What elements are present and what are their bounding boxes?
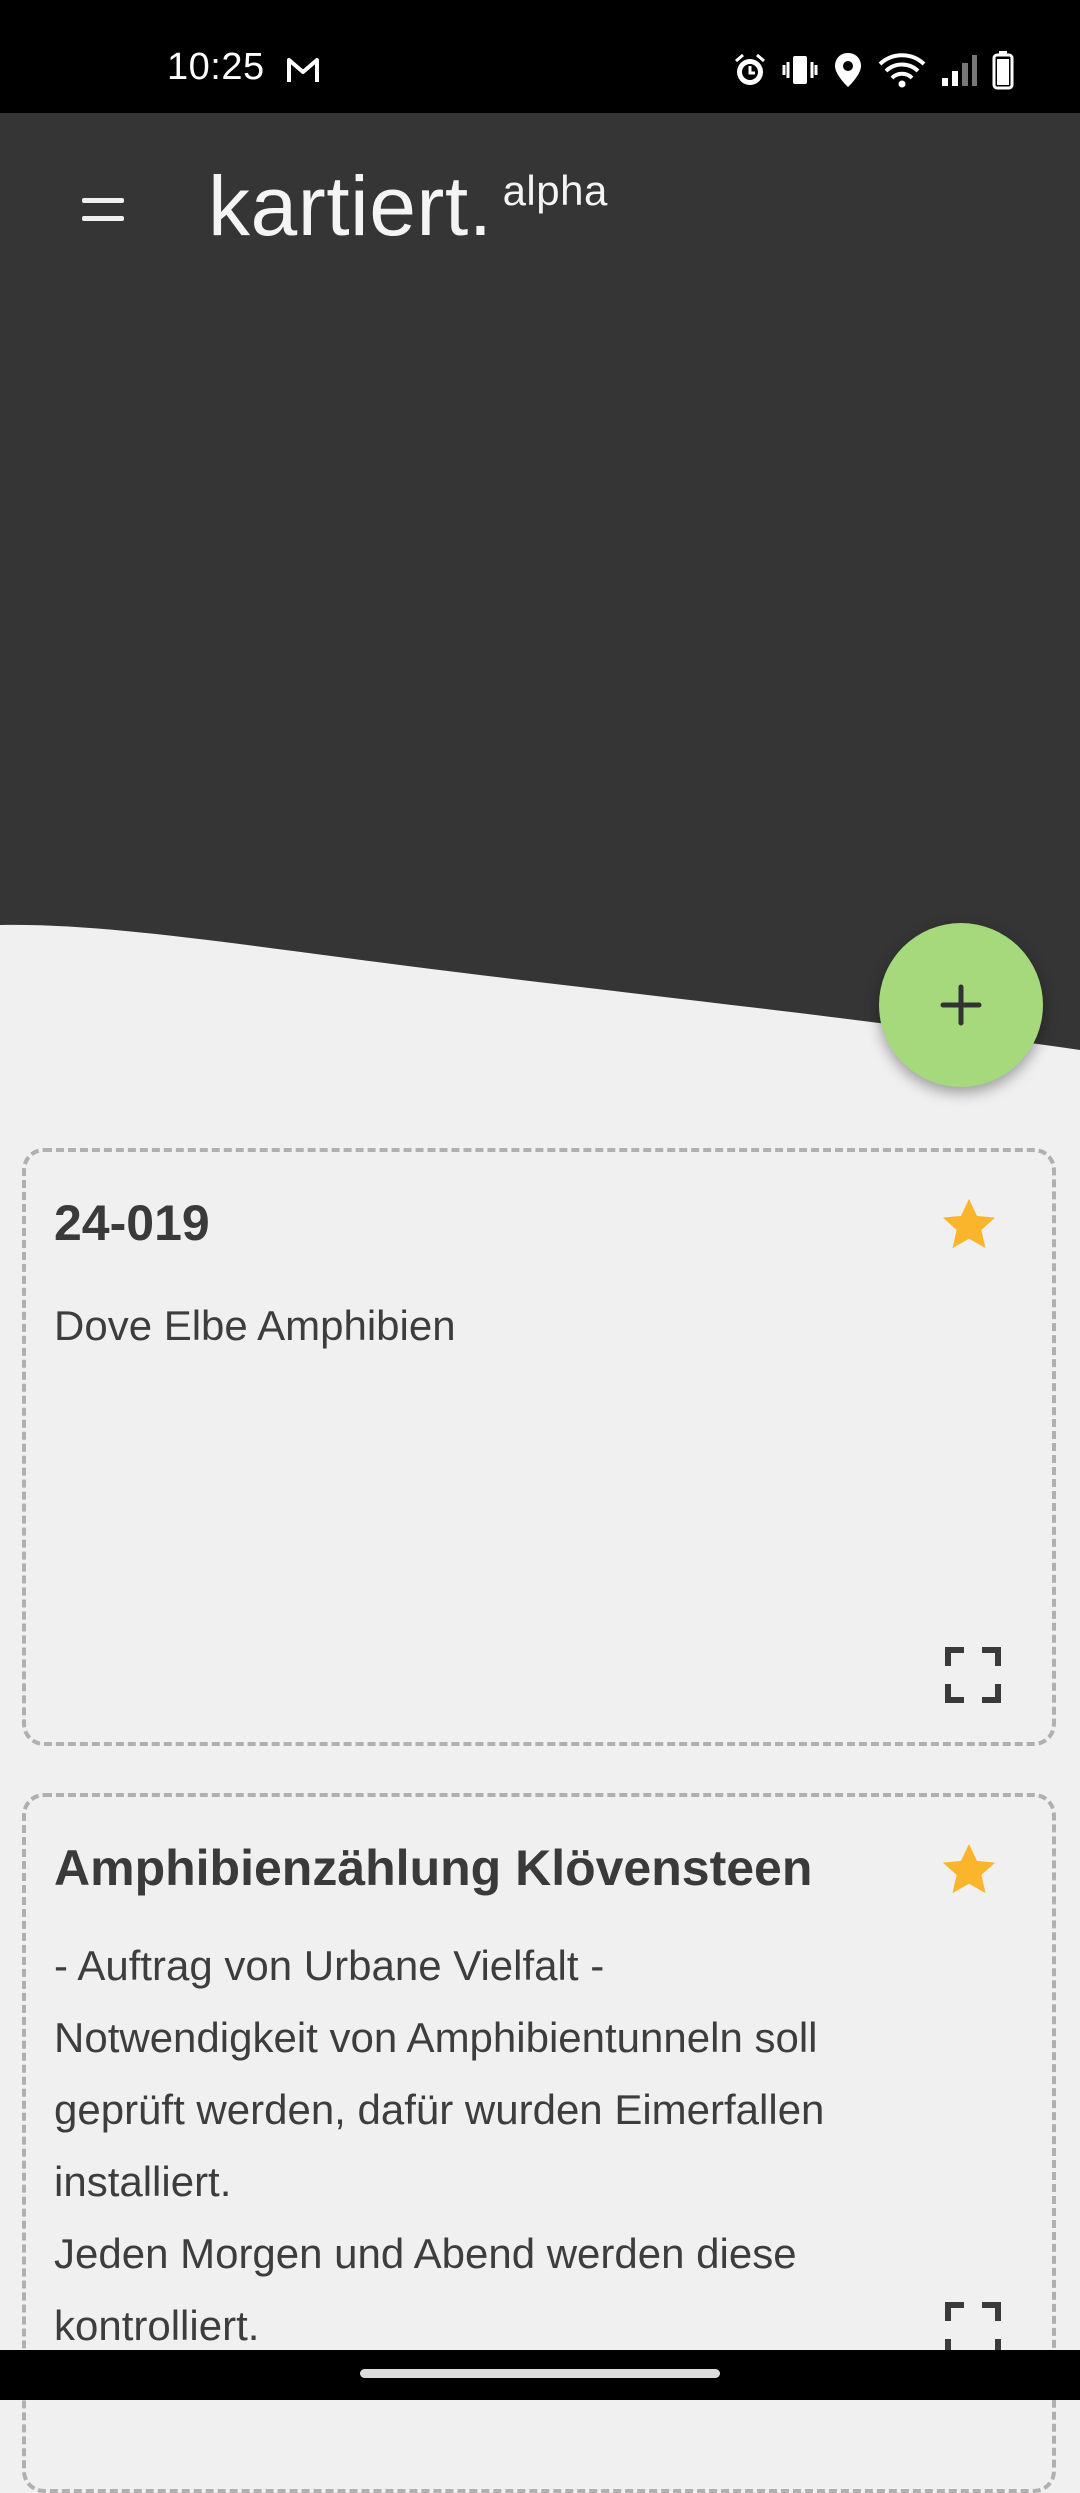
star-icon [942, 1843, 996, 1894]
project-description: Dove Elbe Amphibien [54, 1302, 456, 1349]
menu-button[interactable] [78, 190, 130, 238]
favorite-star-button[interactable] [936, 1192, 1002, 1258]
project-title: 24-019 [54, 1195, 210, 1251]
app-title: kartiert. alpha [208, 158, 608, 255]
add-project-button[interactable] [879, 923, 1043, 1087]
location-icon [832, 51, 864, 94]
expand-button[interactable] [944, 1646, 1002, 1704]
status-icons [732, 50, 1014, 95]
project-title: Amphibienzählung Klövensteen [54, 1840, 813, 1896]
star-icon [942, 1198, 996, 1249]
menu-icon [82, 198, 124, 203]
header-background [0, 113, 1080, 1050]
plus-icon [940, 984, 982, 1026]
signal-icon [940, 52, 978, 93]
project-description: - Auftrag von Urbane Vielfalt - Notwendi… [54, 1942, 825, 2349]
gmail-icon [286, 56, 320, 89]
home-indicator[interactable] [360, 2369, 720, 2378]
battery-icon [992, 50, 1014, 95]
status-bar: 10:25 [0, 0, 1080, 113]
vibrate-icon [782, 52, 818, 93]
wifi-icon [878, 52, 926, 93]
alarm-icon [732, 52, 768, 93]
fullscreen-icon [945, 1647, 1001, 1703]
favorite-star-button[interactable] [936, 1837, 1002, 1903]
app-title-suffix: alpha [502, 167, 608, 214]
app-header [0, 113, 1080, 1063]
project-card[interactable]: 24-019 Dove Elbe Amphibien [22, 1148, 1056, 1746]
app-title-text: kartiert. [208, 159, 493, 253]
status-time: 10:25 [167, 46, 265, 88]
